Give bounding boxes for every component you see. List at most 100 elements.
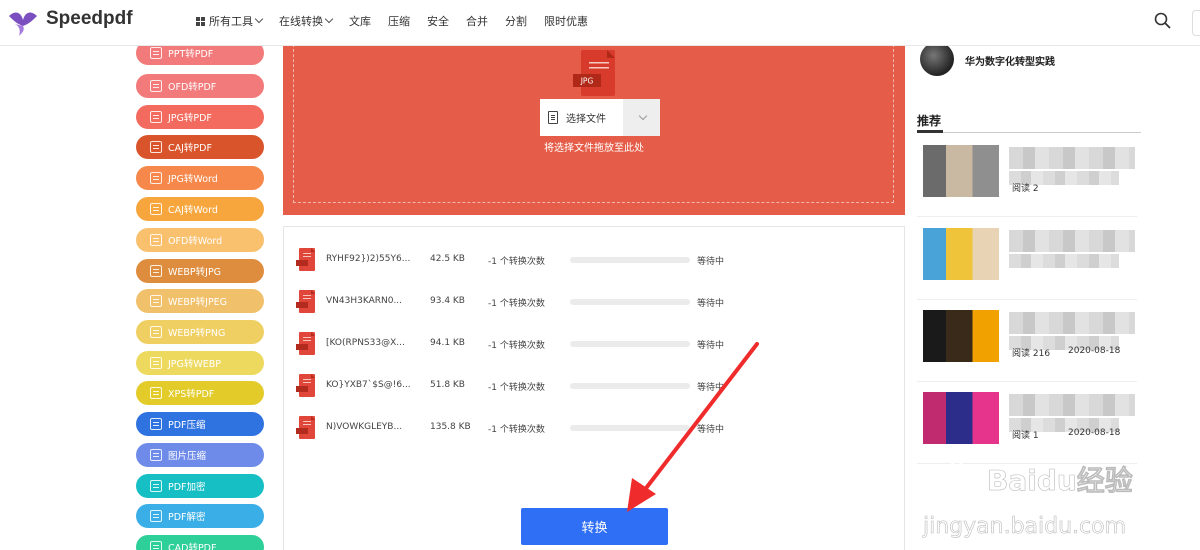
select-file-button[interactable]: 选择文件: [540, 99, 623, 136]
nav-security[interactable]: 安全: [427, 13, 449, 29]
user-menu-edge[interactable]: [1192, 10, 1200, 36]
nav-limited-offer[interactable]: 限时优惠: [544, 13, 588, 29]
tool-button[interactable]: WEBP转JPEG: [136, 289, 264, 313]
nav-library[interactable]: 文库: [349, 13, 371, 29]
select-file-control: 选择文件: [540, 99, 660, 136]
tool-button[interactable]: 图片压缩: [136, 443, 264, 467]
tool-button[interactable]: CAJ转PDF: [136, 135, 264, 159]
tool-icon: [150, 141, 162, 153]
progress-bar: [570, 341, 690, 347]
blurred-title: [1009, 394, 1135, 416]
search-icon[interactable]: [1154, 12, 1171, 29]
tool-button[interactable]: JPG转Word: [136, 166, 264, 190]
nav-online-convert[interactable]: 在线转换: [279, 13, 334, 29]
convert-button[interactable]: 转换: [521, 508, 668, 545]
nav-item-label: 文库: [349, 15, 371, 28]
nav-merge[interactable]: 合并: [466, 13, 488, 29]
chevron-down-icon: [254, 14, 264, 24]
tool-label: PDF压缩: [168, 420, 206, 431]
tool-icon: [150, 387, 162, 399]
tool-label: 图片压缩: [168, 451, 207, 462]
conversion-count: -1 个转换次数: [488, 257, 545, 267]
author-title[interactable]: 华为数字化转型实践: [965, 53, 1055, 68]
file-status: 等待中: [697, 257, 725, 267]
top-header: Speedpdf 所有工具 在线转换 文库 压缩 安全 合并 分割 限时优惠: [0, 0, 1200, 46]
jpg-file-icon: [296, 374, 315, 397]
article-thumbnail[interactable]: [923, 228, 999, 280]
nav-compress[interactable]: 压缩: [388, 13, 410, 29]
main-nav: 所有工具 在线转换 文库 压缩 安全 合并 分割 限时优惠: [196, 13, 605, 29]
tool-icon: [150, 172, 162, 184]
tool-button[interactable]: OFD转PDF: [136, 74, 264, 98]
jpg-file-icon: [296, 248, 315, 271]
tool-icon: [150, 480, 162, 492]
tool-label: PPT转PDF: [168, 49, 214, 60]
tool-icon: [150, 265, 162, 277]
brand-name[interactable]: Speedpdf: [46, 8, 133, 30]
tool-button[interactable]: PDF压缩: [136, 412, 264, 436]
nav-split[interactable]: 分割: [505, 13, 527, 29]
tool-icon: [150, 111, 162, 123]
file-status: 等待中: [697, 341, 725, 351]
tool-label: PDF解密: [168, 512, 206, 523]
progress-bar: [570, 299, 690, 305]
nav-all-tools[interactable]: 所有工具: [196, 13, 264, 29]
tool-button[interactable]: CAJ转Word: [136, 197, 264, 221]
upload-dropzone[interactable]: JPG 选择文件 将选择文件拖放至此处: [283, 44, 905, 215]
tool-button[interactable]: WEBP转PNG: [136, 320, 264, 344]
blurred-subtitle: [1009, 254, 1119, 268]
tool-label: JPG转PDF: [168, 113, 212, 124]
nav-item-label: 在线转换: [279, 15, 323, 28]
tool-icon: [150, 80, 162, 92]
recommend-item[interactable]: 阅读 2: [917, 135, 1137, 217]
tool-button[interactable]: XPS转PDF: [136, 381, 264, 405]
jpg-badge-label: JPG: [580, 77, 594, 86]
tool-label: WEBP转JPG: [168, 267, 222, 278]
publish-date: 2020-08-18: [1068, 428, 1121, 438]
article-thumbnail[interactable]: [923, 145, 999, 197]
tool-icon: [150, 541, 162, 550]
read-count: 阅读 216: [1012, 349, 1051, 359]
file-size: 94.1 KB: [430, 338, 465, 348]
tool-button[interactable]: CAD转PDF: [136, 535, 264, 550]
tool-icon: [150, 295, 162, 307]
article-thumbnail[interactable]: [923, 310, 999, 362]
tool-icon: [150, 47, 162, 59]
file-row: N)VOWKGLEYB... 135.8 KB -1 个转换次数 等待中: [284, 416, 904, 442]
read-count: 阅读 1: [1012, 431, 1039, 441]
file-size: 135.8 KB: [430, 422, 471, 432]
conversion-count: -1 个转换次数: [488, 425, 545, 435]
conversion-count: -1 个转换次数: [488, 341, 545, 351]
file-row: [KO(RPNS33@X... 94.1 KB -1 个转换次数 等待中: [284, 332, 904, 358]
recommend-item[interactable]: 阅读 216 2020-08-18: [917, 300, 1137, 382]
tool-button[interactable]: JPG转WEBP: [136, 351, 264, 375]
document-icon: [548, 111, 558, 124]
select-source-dropdown[interactable]: [623, 99, 660, 136]
tool-button[interactable]: OFD转Word: [136, 228, 264, 252]
file-status: 等待中: [697, 425, 725, 435]
blurred-title: [1009, 230, 1135, 252]
tool-button[interactable]: PDF加密: [136, 474, 264, 498]
tool-label: JPG转Word: [168, 174, 218, 185]
speedpdf-logo-icon[interactable]: [7, 6, 39, 38]
jpg-file-icon: [296, 332, 315, 355]
tool-icon: [150, 449, 162, 461]
tool-button[interactable]: JPG转PDF: [136, 105, 264, 129]
tool-label: XPS转PDF: [168, 389, 215, 400]
article-thumbnail[interactable]: [923, 392, 999, 444]
nav-item-label: 分割: [505, 15, 527, 28]
nav-item-label: 所有工具: [209, 15, 253, 28]
tool-button[interactable]: PDF解密: [136, 504, 264, 528]
page: Speedpdf 所有工具 在线转换 文库 压缩 安全 合并 分割 限时优惠 P…: [0, 0, 1200, 550]
avatar[interactable]: [920, 42, 954, 76]
file-name: KO}YXB7`$S@!6...: [326, 380, 411, 390]
recommend-item[interactable]: [917, 218, 1137, 300]
file-status: 等待中: [697, 299, 725, 309]
tool-label: WEBP转JPEG: [168, 297, 228, 308]
heading-underline: [917, 130, 943, 133]
tool-button[interactable]: WEBP转JPG: [136, 259, 264, 283]
file-row: RYHF92})2)55Y6... 42.5 KB -1 个转换次数 等待中: [284, 248, 904, 274]
file-row: VN43H3KARN0... 93.4 KB -1 个转换次数 等待中: [284, 290, 904, 316]
jpg-file-icon: [296, 290, 315, 313]
tool-icon: [150, 234, 162, 246]
